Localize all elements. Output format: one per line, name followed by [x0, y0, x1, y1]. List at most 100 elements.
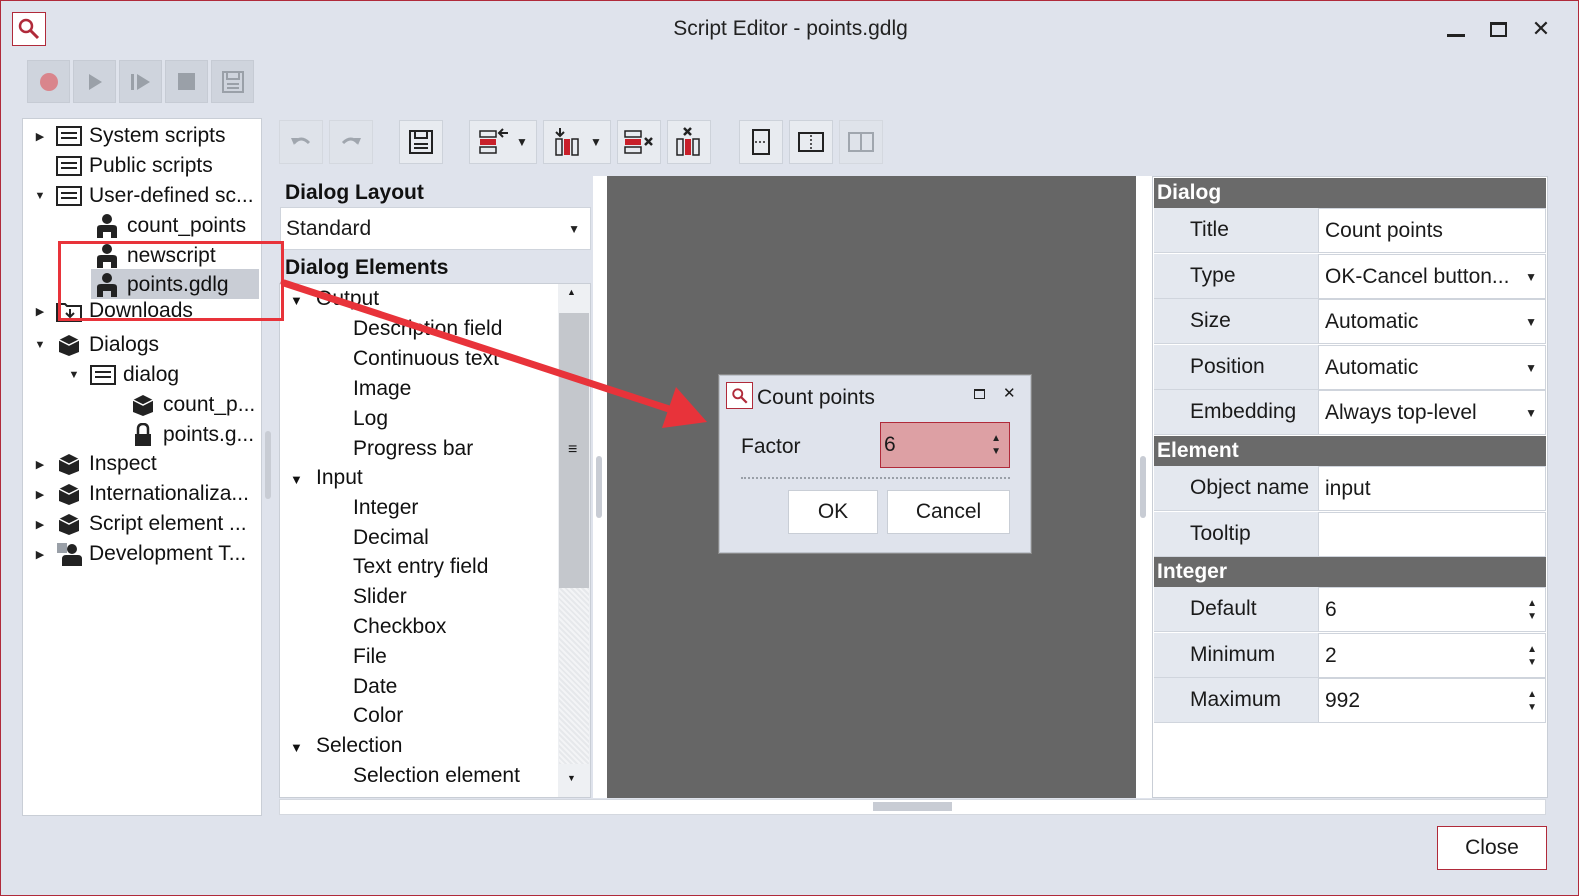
spinner-arrows-icon[interactable]: ▲ ▼	[1527, 643, 1537, 669]
property-label: Embedding	[1154, 390, 1318, 435]
element-text-entry-field[interactable]: Text entry field	[353, 555, 488, 579]
spinner-arrows-icon[interactable]: ▲ ▼	[1527, 688, 1537, 714]
spinner-arrows-icon[interactable]: ▲ ▼	[1527, 597, 1537, 623]
layout-select-value: Standard	[286, 216, 372, 240]
user-icon	[93, 214, 121, 238]
developer-icon	[55, 542, 83, 566]
elements-tree-viewport: ▼ Output Description field Continuous tex…	[280, 284, 557, 797]
save-layout-button[interactable]	[399, 120, 443, 164]
maximize-icon[interactable]	[1482, 15, 1514, 43]
property-default: Default 6 ▲ ▼	[1154, 587, 1546, 632]
element-continuous-text[interactable]: Continuous text	[353, 347, 499, 371]
element-file[interactable]: File	[353, 645, 387, 669]
undo-button[interactable]	[279, 120, 323, 164]
tree-scrollbar[interactable]	[265, 431, 271, 499]
size-select[interactable]: Automatic ▼	[1318, 299, 1546, 344]
redo-button[interactable]	[329, 120, 373, 164]
tree-item-dialog[interactable]: ▼ dialog	[67, 360, 180, 390]
tree-item-system-scripts[interactable]: ▶ System scripts	[33, 121, 226, 151]
preview-dialog-title: Count points	[757, 386, 875, 409]
property-label: Tooltip	[1154, 512, 1318, 557]
dialog-elements-heading: Dialog Elements	[285, 256, 449, 279]
cancel-button[interactable]: Cancel	[887, 490, 1010, 534]
element-date[interactable]: Date	[353, 675, 397, 699]
cube-icon	[129, 393, 157, 417]
split-horizontal-button[interactable]	[739, 120, 783, 164]
property-object-name: Object name input	[1154, 466, 1546, 511]
step-button[interactable]	[119, 60, 162, 103]
merge-cells-button[interactable]	[839, 120, 883, 164]
insert-row-before-button[interactable]: ▼	[469, 120, 537, 164]
split-vertical-button[interactable]	[789, 120, 833, 164]
chevron-down-icon: ▼	[1525, 314, 1537, 329]
cube-icon	[55, 512, 83, 536]
group-selection[interactable]: ▼ Selection	[290, 734, 402, 758]
tree-item-count-p[interactable]: count_p...	[129, 390, 255, 420]
property-label: Position	[1154, 345, 1318, 390]
tree-item-inspect[interactable]: ▶ Inspect	[33, 449, 157, 479]
element-integer[interactable]: Integer	[353, 496, 418, 520]
canvas-splitter[interactable]	[596, 456, 602, 518]
position-select[interactable]: Automatic ▼	[1318, 345, 1546, 390]
window-icon	[55, 154, 83, 178]
close-button[interactable]: Close	[1437, 826, 1547, 870]
tooltip-field[interactable]	[1318, 512, 1546, 557]
stop-button[interactable]	[165, 60, 208, 103]
title-field[interactable]: Count points	[1318, 208, 1546, 253]
layout-select[interactable]: Standard ▼	[280, 207, 591, 250]
tree-item-internationalization[interactable]: ▶ Internationaliza...	[33, 479, 249, 509]
delete-column-button[interactable]	[667, 120, 711, 164]
object-name-field[interactable]: input	[1318, 466, 1546, 511]
property-minimum: Minimum 2 ▲ ▼	[1154, 633, 1546, 678]
tree-item-development-tools[interactable]: ▶ Development T...	[33, 539, 246, 569]
embedding-select[interactable]: Always top-level ▼	[1318, 390, 1546, 435]
property-label: Title	[1154, 208, 1318, 253]
tree-item-count-points[interactable]: count_points	[93, 211, 246, 241]
horizontal-scroll-thumb[interactable]	[873, 802, 952, 811]
element-selection-element[interactable]: Selection element	[353, 764, 520, 788]
factor-input[interactable]: 6 ▲ ▼	[880, 422, 1010, 468]
save-script-button[interactable]	[211, 60, 254, 103]
record-button[interactable]	[27, 60, 70, 103]
chevron-down-icon: ▼	[1525, 405, 1537, 420]
scroll-track	[559, 588, 589, 764]
element-checkbox[interactable]: Checkbox	[353, 615, 446, 639]
factor-input-value: 6	[884, 433, 896, 456]
tree-item-points-g[interactable]: points.g...	[129, 420, 254, 450]
minimize-icon[interactable]	[1440, 15, 1472, 43]
dialog-separator	[741, 477, 1010, 479]
dialog-layout-heading: Dialog Layout	[285, 181, 424, 204]
element-image[interactable]: Image	[353, 377, 411, 401]
element-description-field[interactable]: Description field	[353, 317, 502, 341]
element-slider[interactable]: Slider	[353, 585, 407, 609]
delete-row-button[interactable]	[617, 120, 661, 164]
play-button[interactable]	[73, 60, 116, 103]
element-color[interactable]: Color	[353, 704, 403, 728]
preview-close-icon[interactable]: ✕	[1003, 384, 1016, 402]
integer-section-header: Integer	[1154, 557, 1546, 587]
tree-item-script-element[interactable]: ▶ Script element ...	[33, 509, 247, 539]
element-decimal[interactable]: Decimal	[353, 526, 429, 550]
close-window-icon[interactable]: ✕	[1525, 15, 1557, 43]
spinner-arrows-icon[interactable]: ▲ ▼	[991, 432, 1001, 458]
default-spinner[interactable]: 6 ▲ ▼	[1318, 587, 1546, 632]
window-title: Script Editor - points.gdlg	[673, 17, 908, 40]
insert-column-button[interactable]: ▼	[543, 120, 611, 164]
maximum-spinner[interactable]: 992 ▲ ▼	[1318, 678, 1546, 723]
scroll-down-icon[interactable]: ▼	[567, 773, 576, 783]
element-progress-bar[interactable]: Progress bar	[353, 437, 473, 461]
property-label: Minimum	[1154, 633, 1318, 678]
group-output[interactable]: ▼ Output	[290, 287, 379, 311]
tree-item-dialogs[interactable]: ▼ Dialogs	[33, 330, 159, 360]
tree-item-user-defined[interactable]: ▼ User-defined sc...	[33, 181, 254, 211]
group-input[interactable]: ▼ Input	[290, 466, 363, 490]
type-select[interactable]: OK-Cancel button... ▼	[1318, 254, 1546, 299]
ok-button[interactable]: OK	[788, 490, 878, 534]
tree-item-public-scripts[interactable]: Public scripts	[33, 151, 213, 181]
property-label: Type	[1154, 254, 1318, 299]
preview-maximize-icon[interactable]	[974, 389, 985, 399]
properties-splitter[interactable]	[1140, 456, 1146, 518]
element-log[interactable]: Log	[353, 407, 388, 431]
minimum-spinner[interactable]: 2 ▲ ▼	[1318, 633, 1546, 678]
scroll-up-icon[interactable]: ▲	[567, 287, 576, 297]
